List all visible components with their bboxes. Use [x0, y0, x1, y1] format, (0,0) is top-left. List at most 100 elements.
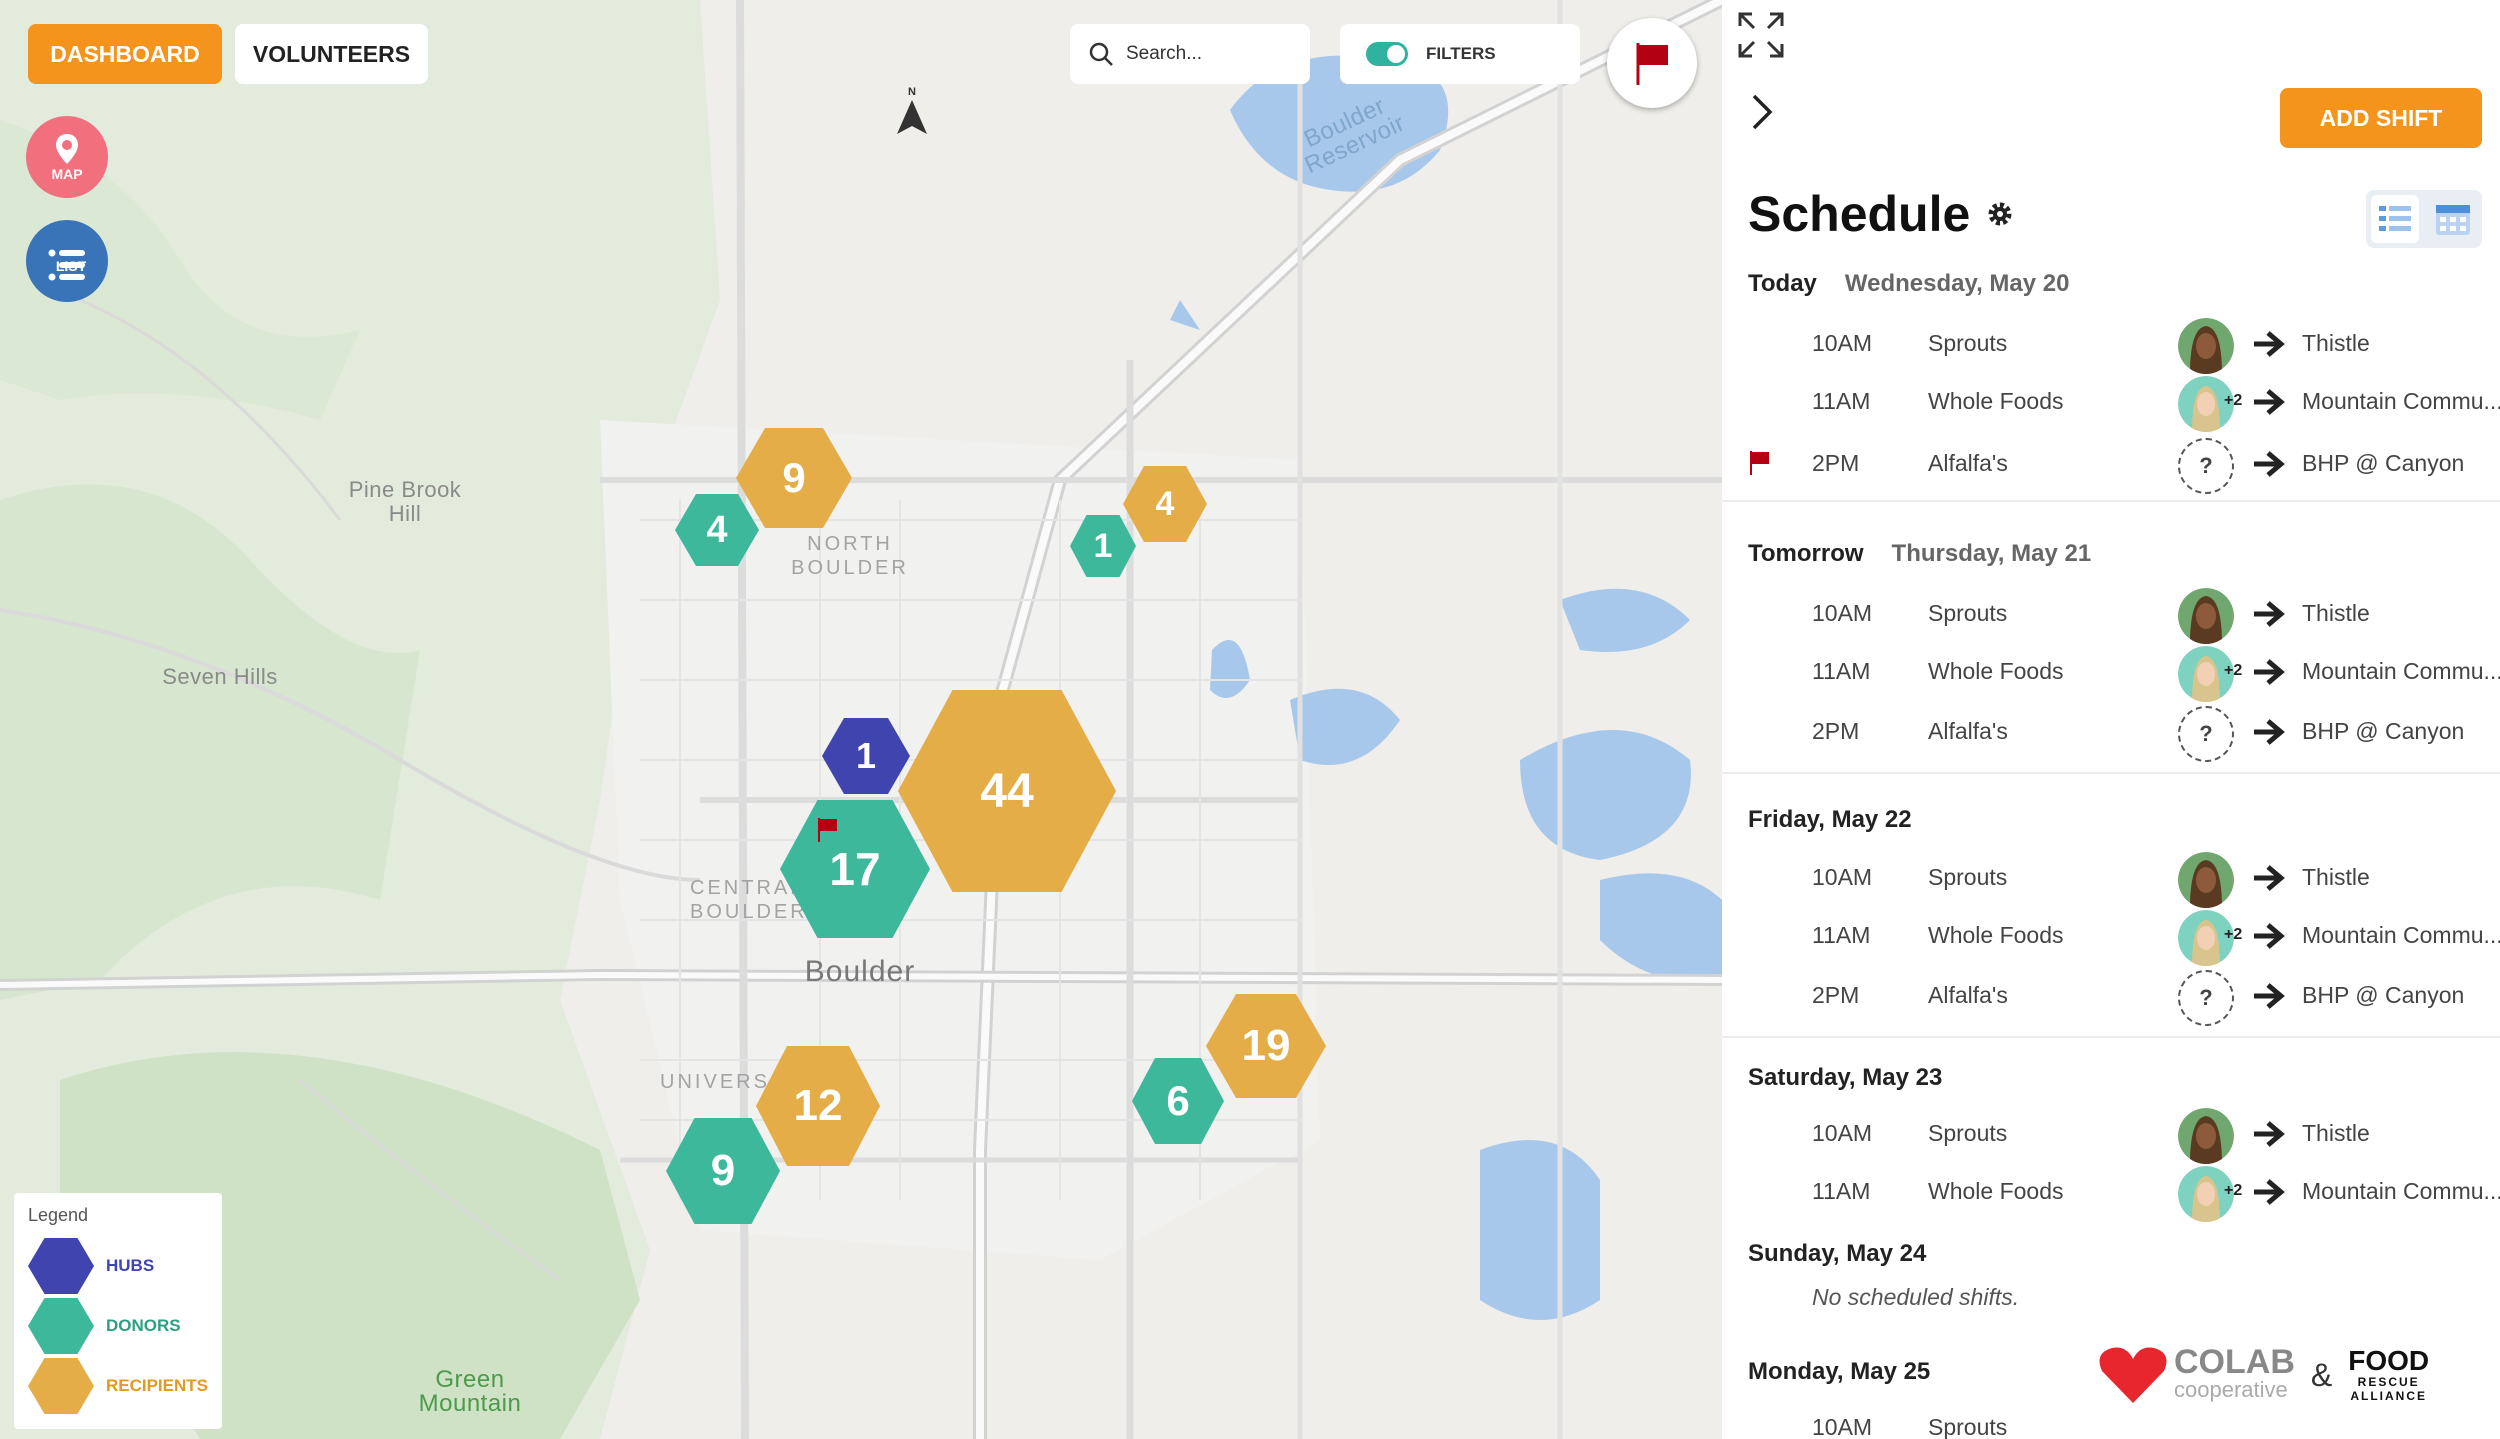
shift-time: 11AM: [1812, 922, 1871, 948]
list-view-button[interactable]: LIST: [26, 220, 108, 302]
shift-time: 10AM: [1812, 864, 1873, 890]
shift-row[interactable]: 2PM Alfalfa's ? BHP @ Canyon: [1748, 970, 2488, 1026]
shift-recipient: Thistle: [2302, 600, 2370, 626]
day-header: Saturday, May 23: [1748, 1064, 1942, 1092]
map-legend: Legend HUBS DONORS RECIPIENTS: [14, 1193, 222, 1429]
legend-item-hubs: HUBS: [28, 1236, 208, 1296]
day-header: Today Wednesday, May 20: [1748, 270, 2069, 298]
arrow-right-icon: [2254, 865, 2285, 891]
map-view[interactable]: Pine Brook Hill Seven Hills NORTH BOULDE…: [0, 0, 1722, 1439]
shift-recipient: Thistle: [2302, 864, 2370, 890]
day-date: Thursday, May 21: [1891, 540, 2092, 567]
shift-donor: Whole Foods: [1928, 658, 2064, 684]
shift-donor: Whole Foods: [1928, 388, 2064, 414]
map-view-button[interactable]: MAP: [26, 116, 108, 198]
shift-time: 2PM: [1812, 982, 1860, 1008]
unassigned-volunteer-icon[interactable]: ?: [2178, 438, 2234, 494]
flag-filter-button[interactable]: [1607, 18, 1697, 108]
search-placeholder: Search...: [1126, 43, 1203, 64]
shift-row[interactable]: 2PM Alfalfa's ? BHP @ Canyon: [1748, 706, 2488, 762]
divider: [1722, 1036, 2500, 1038]
arrow-right-icon: [2254, 451, 2285, 477]
shift-recipient: Mountain Commu...: [2302, 388, 2500, 414]
shift-donor: Sprouts: [1928, 864, 2008, 890]
shift-time: 10AM: [1812, 1120, 1873, 1146]
shift-donor: Sprouts: [1928, 600, 2008, 626]
search-input[interactable]: Search...: [1070, 24, 1310, 84]
volunteer-avatar[interactable]: [2178, 852, 2234, 908]
unassigned-volunteer-icon[interactable]: ?: [2178, 706, 2234, 762]
day-label: Friday, May 22: [1748, 806, 1912, 833]
shift-row[interactable]: 11AM Whole Foods +2 Mountain Commu...: [1748, 910, 2500, 966]
shift-time: 2PM: [1812, 718, 1860, 744]
day-label: Tomorrow: [1748, 540, 1864, 567]
day-date: Wednesday, May 20: [1844, 270, 2070, 297]
partner-logos: COLAB cooperative & FOOD RESCUE ALLIANCE: [2098, 1320, 2498, 1430]
colab-logo-subtext: cooperative: [2174, 1377, 2288, 1402]
gear-icon[interactable]: [1984, 198, 2016, 230]
filters-label: FILTERS: [1426, 44, 1496, 63]
unassigned-volunteer-icon[interactable]: ?: [2178, 970, 2234, 1026]
arrow-right-icon: [2254, 1179, 2285, 1205]
expand-icon[interactable]: [1736, 10, 1786, 60]
compass: N: [890, 86, 934, 140]
volunteers-button[interactable]: VOLUNTEERS: [235, 24, 428, 84]
donor-hex-icon: [28, 1298, 94, 1354]
flag-icon: [1750, 451, 1769, 475]
day-header: Tomorrow Thursday, May 21: [1748, 540, 2091, 568]
legend-item-recipients: RECIPIENTS: [28, 1356, 208, 1416]
hub-hex-icon: [28, 1238, 94, 1294]
shift-recipient: Mountain Commu...: [2302, 1178, 2500, 1204]
legend-label: DONORS: [106, 1316, 181, 1335]
extra-volunteers-count: +2: [2224, 392, 2243, 409]
toggle-switch[interactable]: [1366, 42, 1408, 66]
heart-logo-icon: [2099, 1347, 2167, 1403]
food-rescue-logo-subtext: ALLIANCE: [2350, 1389, 2428, 1403]
shift-recipient: Mountain Commu...: [2302, 922, 2500, 948]
day-label: Today: [1748, 270, 1817, 297]
volunteer-avatar[interactable]: [2178, 1108, 2234, 1164]
shift-row[interactable]: 10AM Sprouts Thistle: [1748, 588, 2488, 644]
list-view-icon[interactable]: [2371, 195, 2419, 243]
schedule-title: Schedule: [1748, 185, 2016, 243]
shift-row[interactable]: 10AM Sprouts Thistle: [1748, 852, 2488, 908]
arrow-right-icon: [2254, 983, 2285, 1009]
day-header: Friday, May 22: [1748, 806, 1912, 834]
flag-icon: [1636, 43, 1668, 85]
legend-item-donors: DONORS: [28, 1296, 208, 1356]
shift-recipient: Mountain Commu...: [2302, 658, 2500, 684]
shift-row[interactable]: 10AM Sprouts Thistle: [1748, 318, 2488, 374]
shift-row[interactable]: 10AM Sprouts Thistle: [1748, 1108, 2488, 1164]
list-button-label: LIST: [55, 258, 87, 274]
filters-toggle[interactable]: FILTERS: [1340, 24, 1580, 84]
map-button-label: MAP: [51, 166, 83, 182]
no-shifts-text: No scheduled shifts.: [1812, 1284, 2020, 1310]
arrow-right-icon: [2254, 389, 2285, 415]
view-toggle[interactable]: [2366, 190, 2482, 248]
dashboard-button[interactable]: DASHBOARD: [28, 24, 222, 84]
map-label-north-boulder: NORTH BOULDER: [791, 533, 909, 579]
arrow-right-icon: [2254, 601, 2285, 627]
volunteer-avatar[interactable]: [2178, 318, 2234, 374]
shift-row[interactable]: 11AM Whole Foods +2 Mountain Commu...: [1748, 376, 2500, 432]
shift-time: 2PM: [1812, 450, 1860, 476]
divider: [1722, 500, 2500, 502]
day-label: Monday, May 25: [1748, 1358, 1931, 1385]
shift-row[interactable]: 11AM Whole Foods +2 Mountain Commu...: [1748, 1166, 2500, 1222]
divider: [1722, 772, 2500, 774]
schedule-title-text: Schedule: [1748, 186, 1971, 242]
search-icon: [1089, 42, 1113, 66]
shift-row[interactable]: 2PM Alfalfa's ? BHP @ Canyon: [1748, 438, 2488, 494]
shift-recipient: BHP @ Canyon: [2302, 718, 2465, 744]
schedule-panel: ADD SHIFT Schedule Today Wednesday, May …: [1722, 0, 2500, 1439]
shift-recipient: BHP @ Canyon: [2302, 982, 2465, 1008]
volunteer-avatar[interactable]: [2178, 588, 2234, 644]
add-shift-button[interactable]: ADD SHIFT: [2280, 88, 2482, 148]
shift-row[interactable]: 11AM Whole Foods +2 Mountain Commu...: [1748, 646, 2500, 702]
shift-time: 10AM: [1812, 330, 1873, 356]
compass-label: N: [908, 86, 916, 98]
collapse-chevron-icon[interactable]: [1748, 92, 1776, 132]
day-header: Sunday, May 24: [1748, 1240, 1926, 1268]
map-label-central-boulder: CENTRAL BOULDER: [690, 877, 808, 923]
calendar-icon[interactable]: [2429, 195, 2477, 243]
